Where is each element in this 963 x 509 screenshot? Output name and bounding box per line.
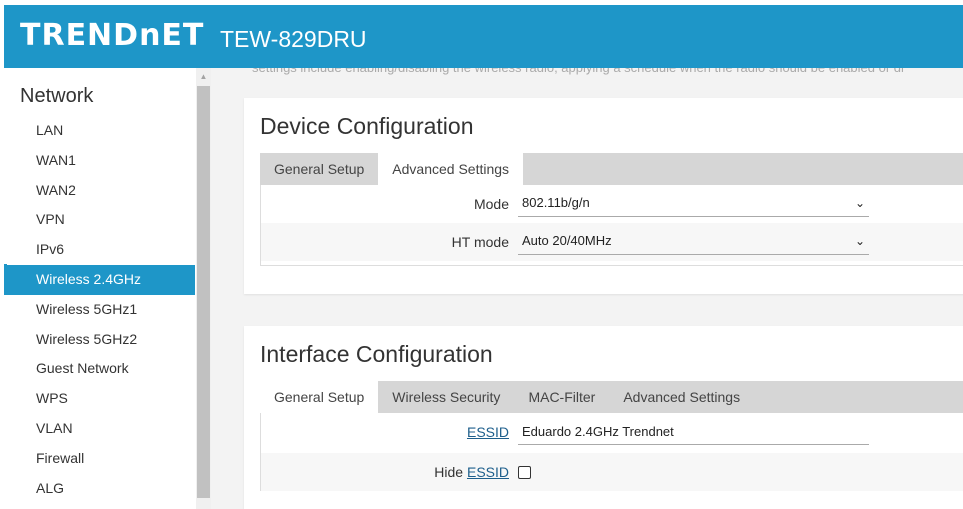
sidebar-nav: LAN WAN1 WAN2 VPN IPv6 Wireless 2.4GHz W… <box>4 116 195 503</box>
interface-configuration-panel: ESSID Hide ESSID <box>260 413 963 491</box>
top-header: TRENDnET TEW-829DRU <box>4 5 963 68</box>
main-content: settings include enabling/disabling the … <box>211 68 963 509</box>
device-configuration-card: Device Configuration General Setup Advan… <box>244 98 963 294</box>
trendnet-logo[interactable]: TRENDnET <box>20 18 204 54</box>
interface-configuration-title: Interface Configuration <box>260 341 493 367</box>
section-description: settings include enabling/disabling the … <box>252 68 904 76</box>
tab-wireless-security[interactable]: Wireless Security <box>378 381 514 413</box>
hide-essid-label: Hide ESSID <box>434 453 509 491</box>
essid-input[interactable] <box>518 419 869 445</box>
sidebar-item-vlan[interactable]: VLAN <box>4 414 195 444</box>
device-configuration-tabs: General Setup Advanced Settings <box>260 153 963 185</box>
essid-help-link[interactable]: ESSID <box>467 424 509 440</box>
sidebar-section-title[interactable]: Network <box>20 84 93 108</box>
sidebar-item-ipv6[interactable]: IPv6 <box>4 235 195 265</box>
sidebar-item-wan1[interactable]: WAN1 <box>4 146 195 176</box>
interface-configuration-card: Interface Configuration General Setup Wi… <box>244 326 963 509</box>
scrollbar-thumb[interactable] <box>197 86 210 498</box>
mode-select-value: 802.11b/g/n <box>522 195 590 210</box>
sidebar-item-alg[interactable]: ALG <box>4 474 195 504</box>
hide-essid-row: Hide ESSID <box>261 453 963 491</box>
sidebar-item-wan2[interactable]: WAN2 <box>4 176 195 206</box>
ht-mode-row: HT mode Auto 20/40MHz ⌄ <box>261 223 963 261</box>
triangle-up-icon[interactable]: ▲ <box>196 70 211 84</box>
model-name: TEW-829DRU <box>220 26 367 52</box>
ht-mode-select-value: Auto 20/40MHz <box>522 233 612 248</box>
essid-label: ESSID <box>467 413 509 451</box>
hide-essid-label-text: Hide <box>434 464 464 480</box>
tab-mac-filter[interactable]: MAC-Filter <box>514 381 609 413</box>
ht-mode-select[interactable]: Auto 20/40MHz ⌄ <box>518 229 869 255</box>
sidebar-item-wireless-5ghz1[interactable]: Wireless 5GHz1 <box>4 295 195 325</box>
hide-essid-checkbox[interactable] <box>518 466 531 479</box>
sidebar-item-guest-network[interactable]: Guest Network <box>4 354 195 384</box>
chevron-down-icon: ⌄ <box>854 196 865 210</box>
interface-configuration-tabs: General Setup Wireless Security MAC-Filt… <box>260 381 963 413</box>
tab-general-setup[interactable]: General Setup <box>260 153 378 185</box>
sidebar-item-firewall[interactable]: Firewall <box>4 444 195 474</box>
sidebar-item-wireless-2-4ghz[interactable]: Wireless 2.4GHz <box>4 264 195 295</box>
tab-advanced-settings[interactable]: Advanced Settings <box>609 381 754 413</box>
sidebar: Network LAN WAN1 WAN2 VPN IPv6 Wireless … <box>4 68 196 509</box>
chevron-down-icon: ⌄ <box>854 234 865 248</box>
sidebar-item-wps[interactable]: WPS <box>4 384 195 414</box>
tab-advanced-settings[interactable]: Advanced Settings <box>378 153 524 185</box>
mode-row: Mode 802.11b/g/n ⌄ <box>261 185 963 223</box>
device-configuration-title: Device Configuration <box>260 113 474 139</box>
mode-label: Mode <box>473 196 509 212</box>
hide-essid-help-link[interactable]: ESSID <box>467 464 509 480</box>
tab-general-setup[interactable]: General Setup <box>260 381 379 413</box>
app-frame: TRENDnET TEW-829DRU Network LAN WAN1 WAN… <box>0 0 963 509</box>
sidebar-scrollbar[interactable]: ▲ <box>196 68 211 509</box>
sidebar-item-vpn[interactable]: VPN <box>4 205 195 235</box>
essid-row: ESSID <box>261 413 963 451</box>
ht-mode-label: HT mode <box>451 234 509 250</box>
sidebar-item-wireless-5ghz2[interactable]: Wireless 5GHz2 <box>4 325 195 355</box>
sidebar-item-lan[interactable]: LAN <box>4 116 195 146</box>
device-configuration-panel: Mode 802.11b/g/n ⌄ HT mode Auto 20/40MHz… <box>260 185 963 266</box>
mode-select[interactable]: 802.11b/g/n ⌄ <box>518 191 869 217</box>
